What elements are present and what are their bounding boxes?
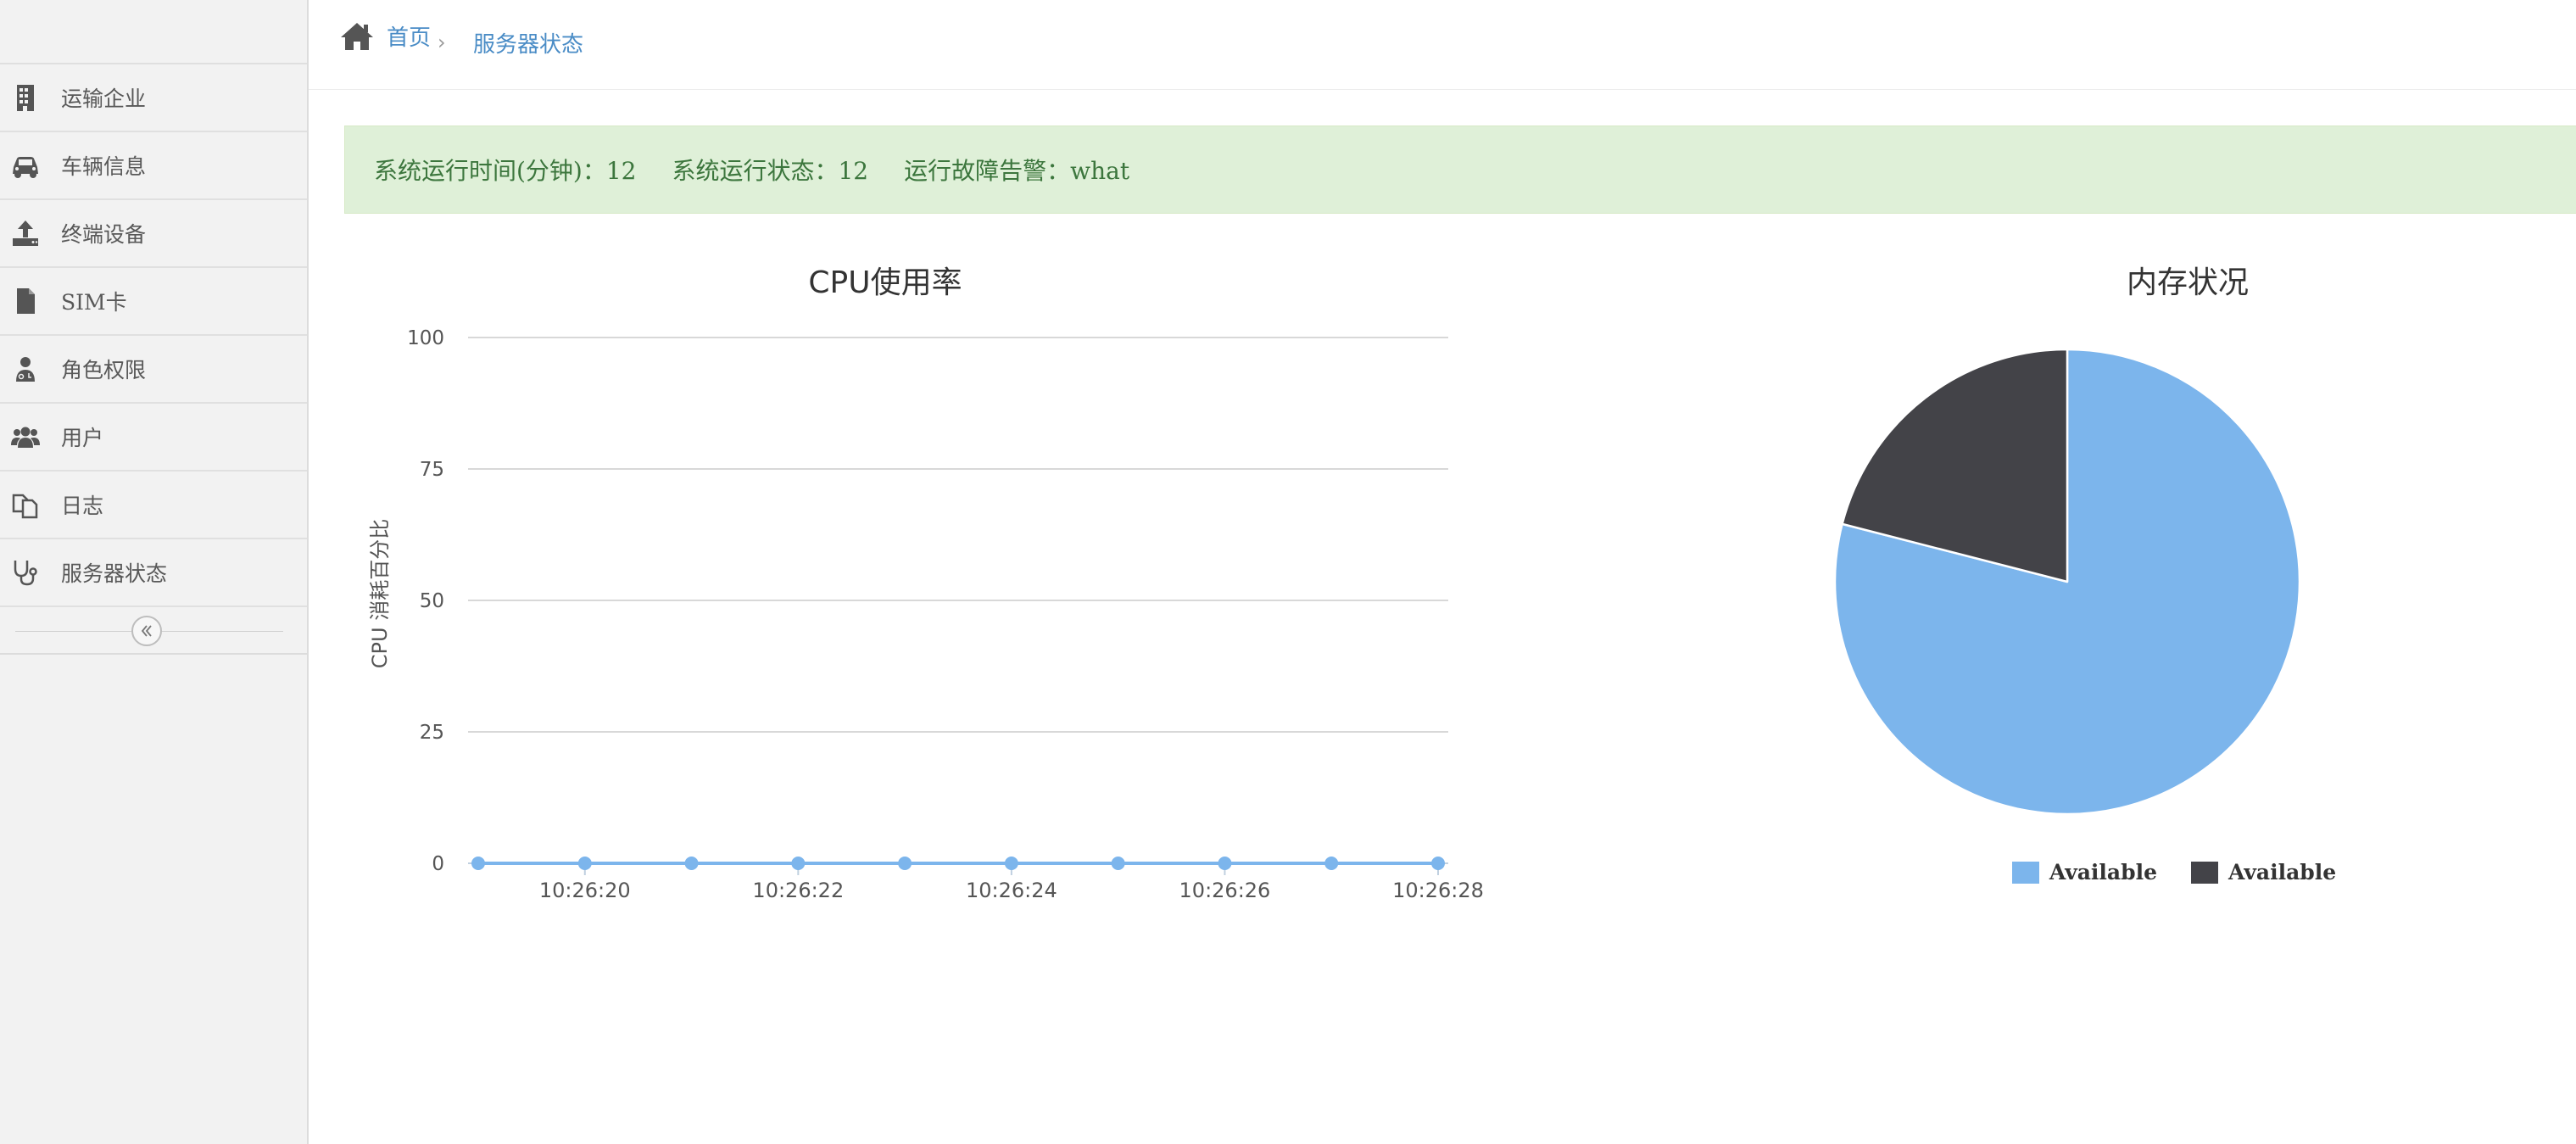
sidebar-item-label: SIM卡: [61, 290, 127, 315]
y-tick-label: 100: [407, 327, 444, 349]
x-tick-label: 10:26:22: [752, 879, 844, 902]
legend-swatch: [2191, 861, 2218, 884]
y-tick-label: 75: [420, 459, 444, 481]
cpu-data-point[interactable]: [1004, 857, 1018, 870]
memory-pie-chart: [1833, 348, 2301, 816]
double-chevron-left-icon: [141, 625, 152, 637]
y-tick-label: 50: [420, 590, 444, 612]
memory-chart-legend: Available Available: [1920, 860, 2428, 885]
user-md-icon: [8, 352, 42, 386]
cpu-data-point[interactable]: [1111, 857, 1125, 870]
upload-icon: [8, 216, 42, 250]
cpu-data-point[interactable]: [898, 857, 912, 870]
copy-icon: [8, 488, 42, 522]
legend-swatch: [2011, 861, 2039, 884]
sidebar-item-sim-card[interactable]: SIM卡: [0, 268, 307, 336]
sidebar-collapse-row: [0, 607, 307, 655]
sidebar-item-label: 终端设备: [61, 222, 147, 247]
cpu-usage-chart: 0 25 50 75 100 10:26:20 10:26:22 10:26:24 10:26:…: [368, 327, 1484, 902]
memory-chart-title: 内存状况: [2126, 265, 2249, 300]
main-content: 首页 › 服务器状态 系统运行时间(分钟)：12 系统运行状态：12 运行故障告…: [309, 0, 2576, 1144]
x-tick-label: 10:26:28: [1392, 879, 1484, 902]
legend-item[interactable]: Available: [2011, 860, 2157, 885]
sidebar-item-terminal-device[interactable]: 终端设备: [0, 200, 307, 268]
y-axis-title: CPU 消耗百分比: [368, 519, 392, 668]
car-icon: [8, 148, 42, 182]
users-icon: [8, 420, 42, 454]
legend-label: Available: [2049, 860, 2157, 885]
legend-label: Available: [2228, 860, 2337, 885]
cpu-data-point[interactable]: [1431, 857, 1445, 870]
sidebar-item-label: 运输企业: [61, 86, 147, 111]
cpu-data-point[interactable]: [577, 857, 592, 870]
x-tick-label: 10:26:24: [966, 879, 1057, 902]
sidebar-item-users[interactable]: 用户: [0, 404, 307, 472]
sidebar-top: [0, 0, 307, 64]
x-tick-label: 10:26:26: [1179, 879, 1271, 902]
sidebar-item-role-permission[interactable]: 角色权限: [0, 336, 307, 404]
sidebar-item-transport-company[interactable]: 运输企业: [0, 64, 307, 132]
sidebar-item-vehicle-info[interactable]: 车辆信息: [0, 132, 307, 200]
x-tick-label: 10:26:20: [539, 879, 631, 902]
cpu-data-point[interactable]: [684, 857, 699, 870]
legend-item[interactable]: Available: [2191, 860, 2336, 885]
sidebar-item-label: 车辆信息: [61, 154, 147, 179]
sidebar-item-label: 用户: [61, 426, 104, 450]
cpu-data-point[interactable]: [1324, 857, 1339, 870]
cpu-data-point[interactable]: [791, 857, 806, 870]
sidebar-item-label: 角色权限: [61, 358, 147, 382]
file-icon: [8, 284, 42, 318]
sidebar: 运输企业 车辆信息 终端设备 SIM卡 角色权限 用户 日志 服务器状态: [0, 0, 309, 1144]
sidebar-item-server-status[interactable]: 服务器状态: [0, 539, 307, 607]
building-icon: [8, 81, 42, 114]
sidebar-item-label: 服务器状态: [61, 561, 168, 586]
sidebar-collapse-button[interactable]: [131, 616, 162, 646]
y-tick-label: 0: [432, 853, 444, 875]
sidebar-item-log[interactable]: 日志: [0, 472, 307, 539]
cpu-data-point[interactable]: [1218, 857, 1232, 870]
sidebar-item-label: 日志: [61, 494, 104, 518]
cpu-data-point[interactable]: [471, 857, 485, 870]
stethoscope-icon: [8, 555, 42, 589]
y-tick-label: 25: [420, 722, 444, 744]
